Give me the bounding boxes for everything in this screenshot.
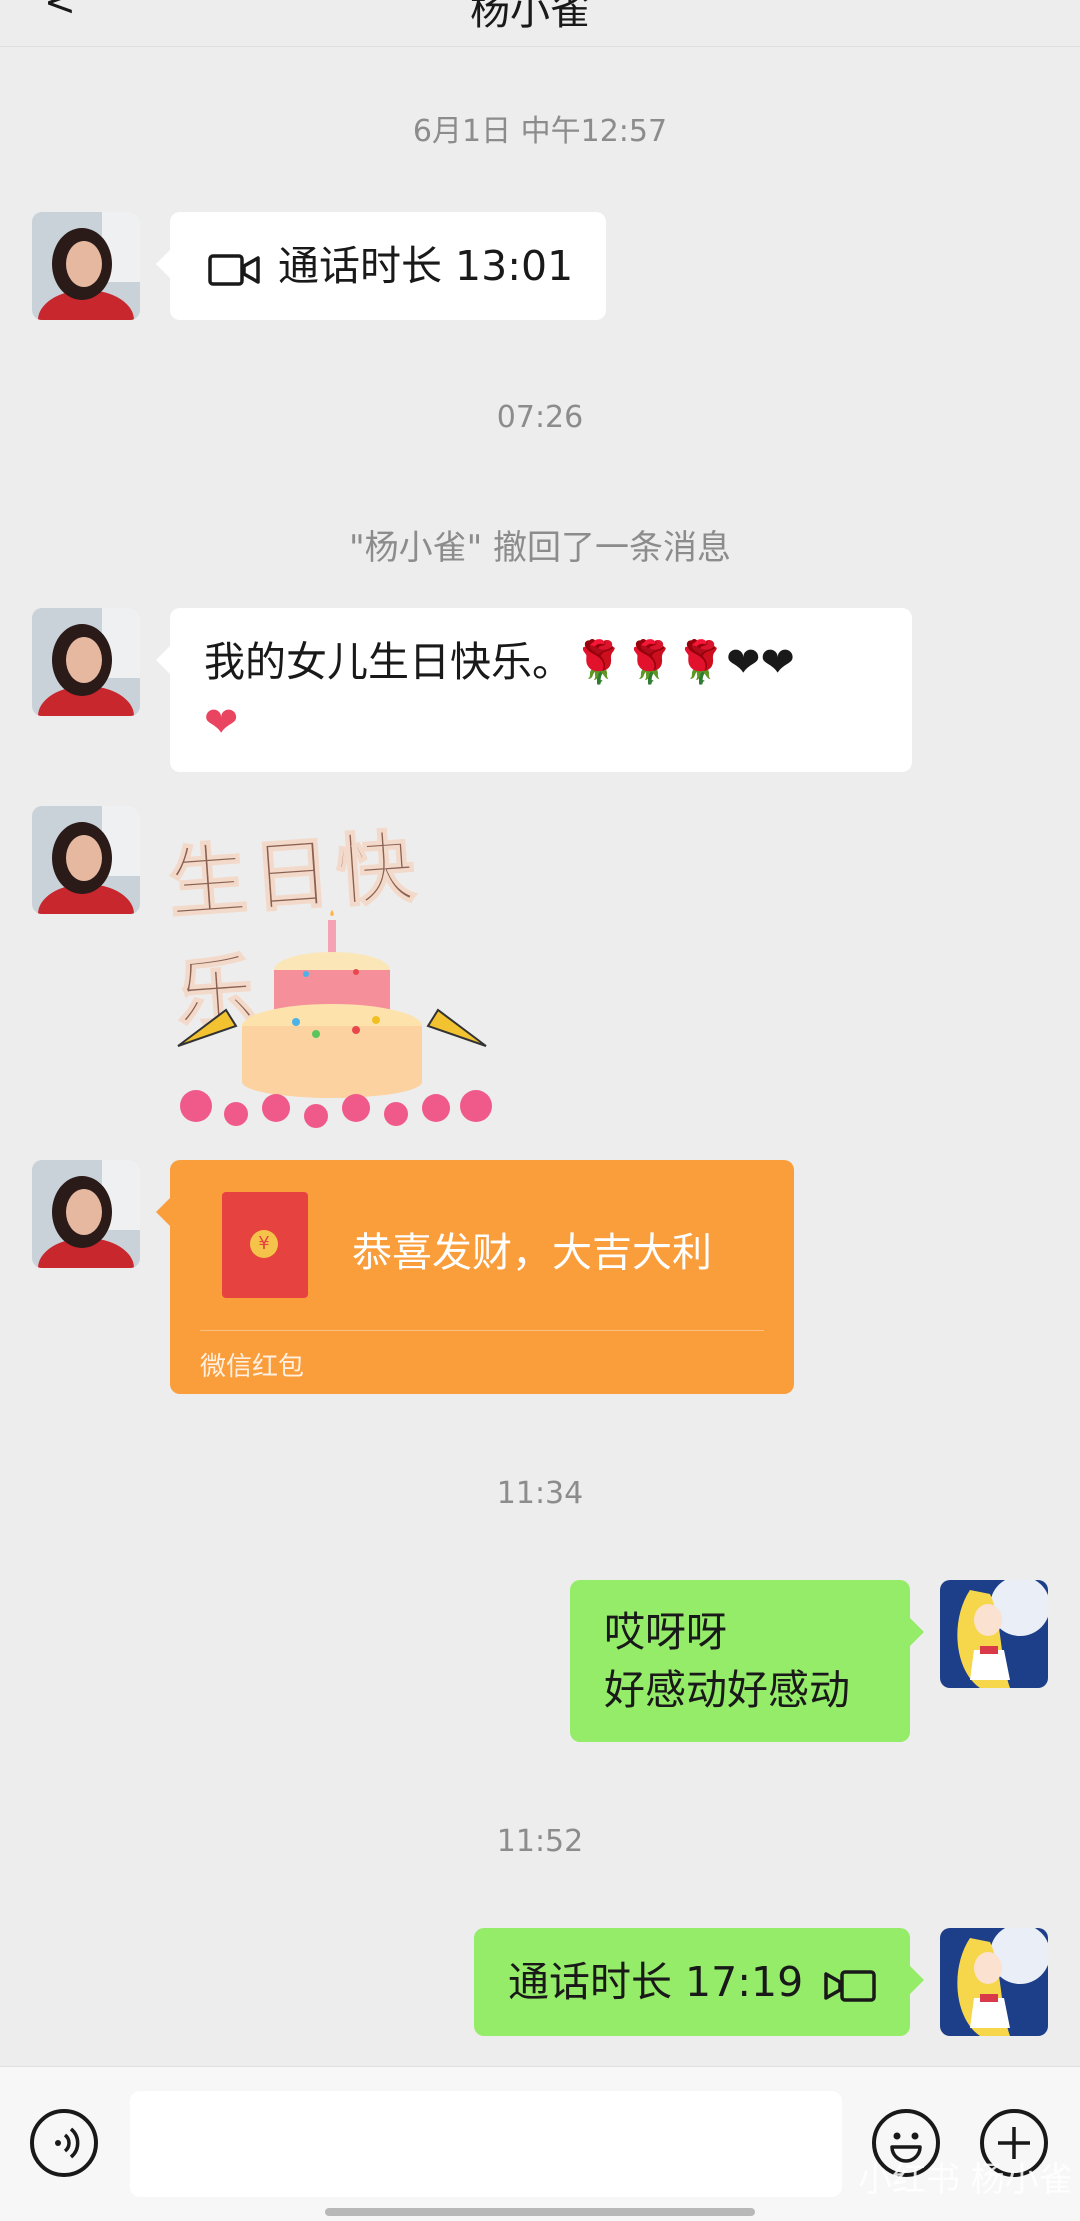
divider [200, 1330, 764, 1331]
chat-title: 杨小雀 [470, 0, 590, 34]
video-call-icon [208, 246, 260, 306]
call-record-bubble[interactable]: 通话时长 13:01 [156, 212, 606, 320]
contact-avatar[interactable] [32, 806, 140, 914]
recall-notice: "杨小雀" 撤回了一条消息 [348, 528, 732, 568]
message-text-line: 哎呀呀 [604, 1608, 727, 1656]
top-bar: < 杨小雀 [0, 0, 1080, 47]
voice-input-button[interactable] [30, 2109, 98, 2177]
red-packet-greeting: 恭喜发财，大吉大利 [352, 1230, 712, 1276]
home-indicator[interactable] [325, 2208, 755, 2216]
message-input[interactable] [130, 2091, 842, 2197]
message-text-line: ❤ [204, 698, 239, 746]
timestamp: 6月1日 中午12:57 [412, 114, 668, 149]
timestamp: 07:26 [496, 400, 584, 435]
timestamp: 11:52 [496, 1824, 584, 1859]
call-duration-text: 通话时长 13:01 [278, 242, 574, 290]
video-call-icon [824, 1962, 876, 2022]
red-packet-icon: ¥ [222, 1192, 308, 1298]
timestamp: 11:34 [496, 1476, 584, 1511]
birthday-sticker[interactable]: 生日快乐 [165, 800, 506, 1130]
self-avatar[interactable] [940, 1580, 1048, 1688]
text-message-bubble[interactable]: 我的女儿生日快乐。🌹🌹🌹❤❤ ❤ [156, 608, 912, 772]
message-text-line: 我的女儿生日快乐。🌹🌹🌹❤❤ [204, 638, 795, 686]
voice-input-icon [55, 2127, 80, 2159]
red-packet-label: 微信红包 [200, 1352, 305, 1382]
back-button[interactable]: < [44, 0, 76, 24]
contact-avatar[interactable] [32, 608, 140, 716]
red-packet-symbol: ¥ [250, 1230, 278, 1258]
contact-avatar[interactable] [32, 1160, 140, 1268]
self-avatar[interactable] [940, 1928, 1048, 2036]
contact-avatar[interactable] [32, 212, 140, 320]
call-record-bubble-self[interactable]: 通话时长 17:19 [474, 1928, 924, 2036]
message-text-line: 好感动好感动 [604, 1666, 850, 1714]
watermark: 小红书 杨小雀 [858, 2160, 1073, 2200]
red-packet-message[interactable]: ¥ 恭喜发财，大吉大利 微信红包 [156, 1160, 794, 1394]
call-duration-text: 通话时长 17:19 [508, 1958, 804, 2006]
birthday-cake-icon [177, 910, 492, 1128]
text-message-bubble-self[interactable]: 哎呀呀 好感动好感动 [570, 1580, 924, 1742]
